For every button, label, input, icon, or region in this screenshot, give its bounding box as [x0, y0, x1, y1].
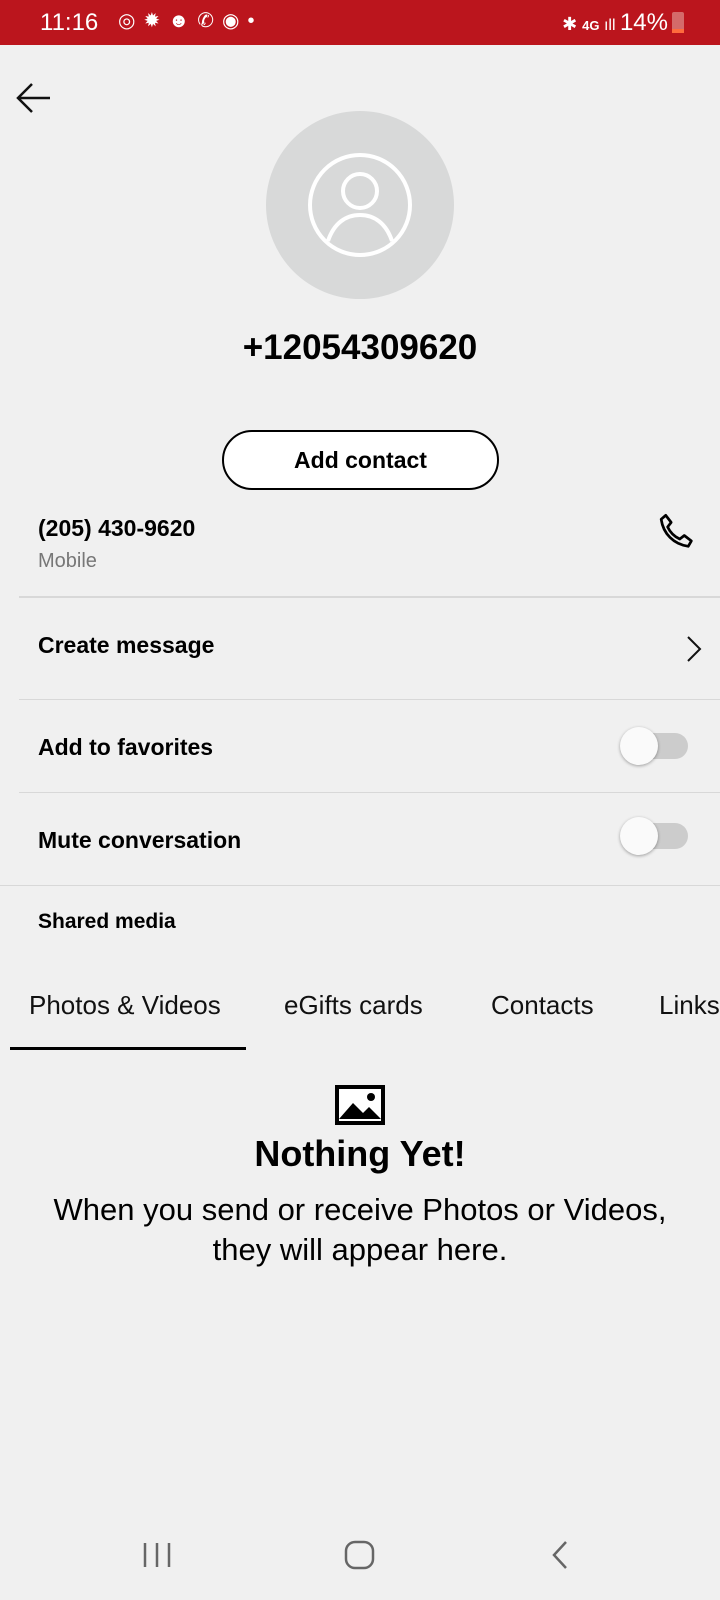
signal-icon: ıll — [599, 17, 620, 34]
divider — [19, 699, 720, 700]
tab-links[interactable]: Links — [659, 990, 720, 1021]
active-tab-indicator — [10, 1047, 246, 1050]
divider — [19, 792, 720, 793]
mute-conversation-label: Mute conversation — [38, 827, 242, 853]
favorites-toggle[interactable] — [620, 727, 688, 765]
back-arrow-icon — [16, 83, 50, 113]
tab-contacts[interactable]: Contacts — [491, 990, 594, 1021]
network-label: 4G — [582, 18, 600, 33]
notification-icons: ◎✹☻✆◉• — [118, 10, 263, 32]
empty-message-line2: they will appear here. — [212, 1232, 508, 1267]
toggle-knob — [620, 727, 658, 765]
contact-title: +12054309620 — [242, 328, 478, 367]
add-contact-button[interactable]: Add contact — [222, 430, 499, 490]
call-button[interactable] — [652, 508, 702, 558]
battery-text: 14% — [619, 9, 668, 36]
system-back-button[interactable] — [530, 1535, 590, 1575]
recent-apps-button[interactable] — [127, 1535, 187, 1575]
divider — [0, 885, 720, 886]
home-button[interactable] — [330, 1535, 390, 1575]
mute-toggle[interactable] — [620, 817, 688, 855]
recent-apps-icon — [143, 1543, 171, 1567]
avatar — [266, 111, 454, 299]
phone-type: Mobile — [38, 550, 97, 572]
system-back-icon — [552, 1541, 567, 1569]
create-message-row[interactable]: Create message — [0, 598, 720, 699]
status-time: 11:16 — [40, 9, 99, 36]
image-icon — [335, 1085, 385, 1125]
bluetooth-icon: ✱ — [562, 14, 583, 34]
tab-photos-videos[interactable]: Photos & Videos — [29, 990, 221, 1021]
empty-title: Nothing Yet! — [254, 1133, 466, 1174]
empty-message-line1: When you send or receive Photos or Video… — [53, 1192, 667, 1227]
create-message-label: Create message — [38, 632, 215, 658]
tab-egifts-cards[interactable]: eGifts cards — [284, 990, 423, 1021]
home-icon — [344, 1540, 375, 1570]
toggle-knob — [620, 817, 658, 855]
add-to-favorites-label: Add to favorites — [38, 734, 214, 760]
battery-icon — [672, 12, 684, 33]
status-right: ✱ 4G ıll 14% — [562, 9, 668, 37]
back-button[interactable] — [14, 80, 54, 116]
status-bar: 11:16 ◎✹☻✆◉• ✱ 4G ıll 14% — [0, 0, 720, 45]
phone-icon — [659, 513, 693, 548]
chevron-right-icon — [687, 636, 702, 662]
shared-media-heading: Shared media — [38, 910, 176, 933]
phone-number[interactable]: (205) 430-9620 — [38, 515, 195, 542]
person-icon — [308, 153, 412, 257]
